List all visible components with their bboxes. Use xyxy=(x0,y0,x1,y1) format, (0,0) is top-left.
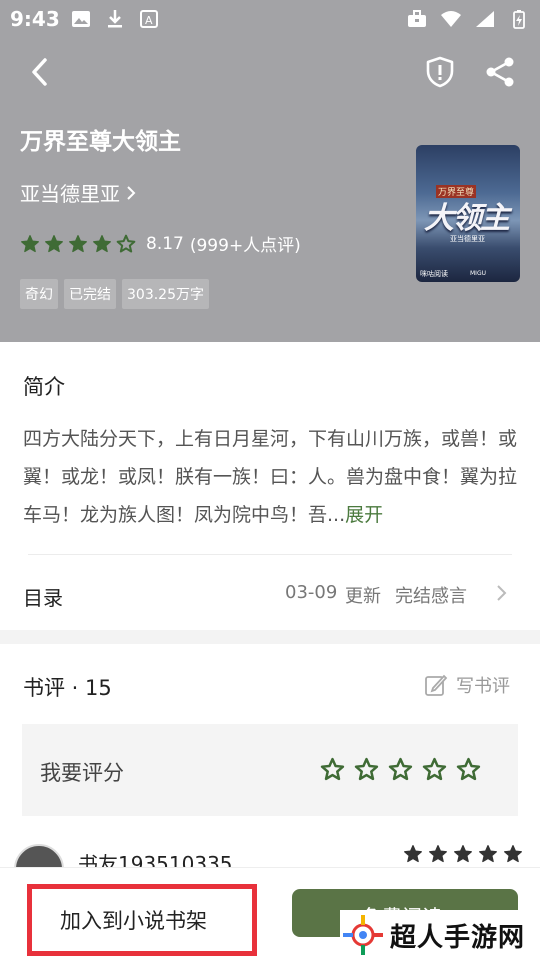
expand-link[interactable]: 展开 xyxy=(345,504,383,526)
rate-panel: 我要评分 xyxy=(22,724,518,816)
briefcase-icon xyxy=(406,8,428,30)
chevron-right-icon xyxy=(127,185,136,200)
font-icon: A xyxy=(138,8,160,30)
cover-subtitle: 亚当德里亚 xyxy=(450,235,485,243)
write-review-button[interactable]: 写书评 xyxy=(424,672,510,698)
toc-update-date: 03-09 xyxy=(285,582,338,603)
wifi-icon xyxy=(440,8,462,30)
tag-word-count: 303.25万字 xyxy=(122,279,209,309)
cover-title: 大领主 xyxy=(424,201,510,236)
write-review-label: 写书评 xyxy=(456,676,510,697)
chevron-left-icon xyxy=(32,58,47,86)
rate-star-icon[interactable] xyxy=(422,757,447,782)
shield-alert-icon xyxy=(426,56,454,88)
cover-logo: 咪咕阅读 xyxy=(420,270,448,278)
star-empty-icon xyxy=(116,234,136,252)
review-item[interactable]: 书友193510335 xyxy=(0,832,540,872)
tag-status: 已完结 xyxy=(64,279,116,309)
image-icon xyxy=(70,8,92,30)
rate-stars xyxy=(320,757,481,782)
tag-genre: 奇幻 xyxy=(20,279,58,309)
rate-prompt: 我要评分 xyxy=(40,761,124,785)
download-icon xyxy=(104,8,126,30)
add-to-shelf-button[interactable]: 加入到小说书架 xyxy=(27,884,257,956)
section-separator xyxy=(0,630,540,644)
book-cover[interactable]: 万界至尊 大领主 亚当德里亚 咪咕阅读 MIGU xyxy=(416,145,520,282)
battery-charging-icon xyxy=(508,8,530,30)
watermark-logo-icon xyxy=(343,915,383,955)
chevron-right-icon xyxy=(497,585,507,601)
watermark-text: 超人手游网 xyxy=(390,922,526,953)
signal-icon xyxy=(474,8,496,30)
divider xyxy=(28,554,512,555)
star-filled-icon xyxy=(21,234,39,252)
back-button[interactable] xyxy=(20,52,60,92)
toc-title: 目录 xyxy=(23,586,63,610)
rate-star-icon[interactable] xyxy=(456,757,481,782)
watermark: 超人手游网 xyxy=(340,910,540,960)
review-star-icon xyxy=(454,845,472,863)
rating: 8.17 (999+人点评) xyxy=(20,231,301,256)
rating-count: (999+人点评) xyxy=(189,236,301,256)
cover-mark: MIGU xyxy=(470,270,486,277)
review-star-icon xyxy=(429,845,447,863)
star-filled-icon xyxy=(69,234,87,252)
review-star-icon xyxy=(404,845,422,863)
book-header: 9:43 A 万界至尊大领主 亚当德里亚 8.17 (999+人点评) 奇幻 已… xyxy=(0,0,540,342)
tag-list: 奇幻 已完结 303.25万字 xyxy=(20,279,209,309)
star-filled-icon xyxy=(45,234,63,252)
share-button[interactable] xyxy=(480,52,520,92)
rating-score: 8.17 xyxy=(146,233,184,254)
report-button[interactable] xyxy=(420,52,460,92)
reviews-title: 书评 · 15 xyxy=(23,676,112,700)
rate-star-icon[interactable] xyxy=(320,757,345,782)
author-link[interactable]: 亚当德里亚 xyxy=(20,178,136,207)
status-bar: 9:43 A xyxy=(0,0,540,38)
star-filled-icon xyxy=(93,234,111,252)
status-time: 9:43 xyxy=(10,7,60,31)
author-name: 亚当德里亚 xyxy=(20,182,120,206)
rate-star-icon[interactable] xyxy=(354,757,379,782)
review-star-icon xyxy=(479,845,497,863)
rate-star-icon[interactable] xyxy=(388,757,413,782)
rating-stars xyxy=(20,234,140,254)
toc-update-label: 更新 xyxy=(345,586,381,607)
share-icon xyxy=(486,57,514,87)
toc-latest-chapter: 完结感言 xyxy=(395,586,467,607)
intro-title: 简介 xyxy=(23,375,65,399)
edit-icon xyxy=(425,674,448,696)
review-star-icon xyxy=(504,845,522,863)
review-stars xyxy=(403,844,523,864)
intro-text: 四方大陆分天下，上有日月星河，下有山川万族，或兽！或翼！或龙！或凤！朕有一族！曰… xyxy=(23,420,518,534)
toc-row[interactable]: 目录 03-09 更新 完结感言 xyxy=(0,560,540,626)
intro-body: 四方大陆分天下，上有日月星河，下有山川万族，或兽！或翼！或龙！或凤！朕有一族！曰… xyxy=(23,428,518,526)
svg-text:A: A xyxy=(145,14,153,27)
add-to-shelf-label: 加入到小说书架 xyxy=(60,909,207,933)
book-title: 万界至尊大领主 xyxy=(20,129,181,155)
